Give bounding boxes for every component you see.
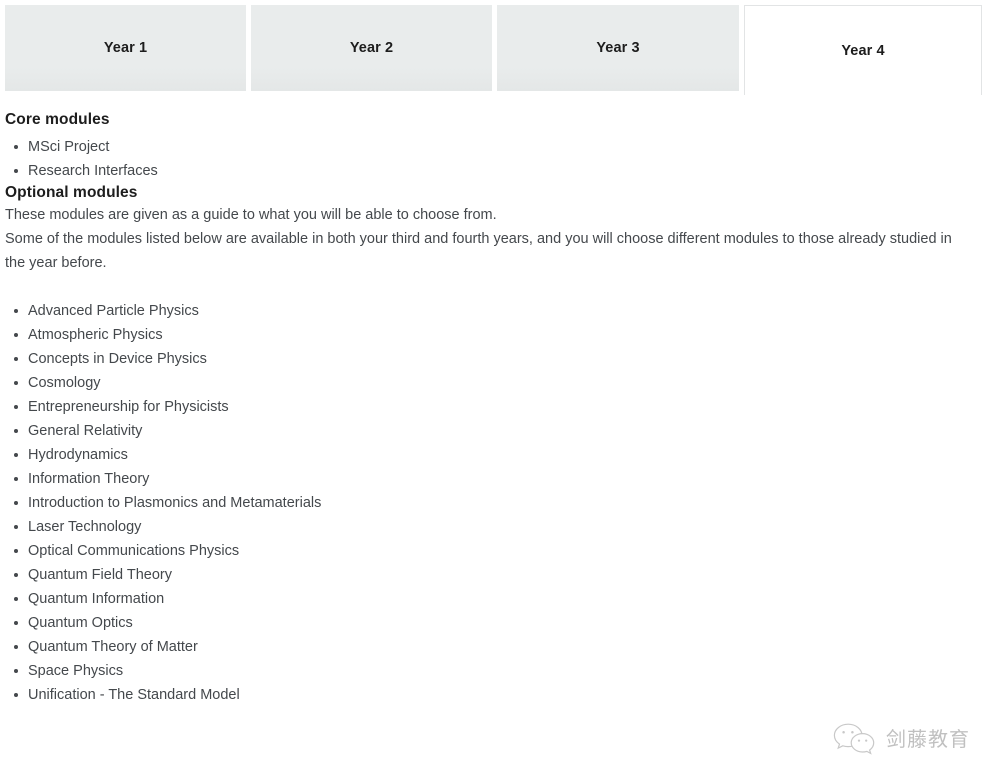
list-item: Quantum Information <box>14 587 965 611</box>
tab-panel-year-4: Core modules MSci Project Research Inter… <box>5 110 965 707</box>
list-item: Quantum Field Theory <box>14 563 965 587</box>
tab-year-2-label: Year 2 <box>349 40 394 56</box>
list-item: Cosmology <box>14 371 965 395</box>
list-item: Laser Technology <box>14 515 965 539</box>
list-item: Introduction to Plasmonics and Metamater… <box>14 491 965 515</box>
list-item: Hydrodynamics <box>14 443 965 467</box>
core-modules-list: MSci Project Research Interfaces <box>5 135 965 183</box>
list-item: Atmospheric Physics <box>14 323 965 347</box>
list-item: Unification - The Standard Model <box>14 683 965 707</box>
core-modules-heading: Core modules <box>5 111 110 128</box>
list-item: Space Physics <box>14 659 965 683</box>
list-item: Information Theory <box>14 467 965 491</box>
tab-year-4-label: Year 4 <box>841 42 885 59</box>
tab-year-1-label: Year 1 <box>103 40 148 56</box>
optional-modules-heading: Optional modules <box>5 184 138 202</box>
list-item: General Relativity <box>14 419 965 443</box>
list-item: Quantum Theory of Matter <box>14 635 965 659</box>
tab-year-3[interactable]: Year 3 <box>497 5 739 91</box>
optional-modules-intro-paragraph: These modules are given as a guide to wh… <box>5 207 497 224</box>
year-tabs: Year 1 Year 2 Year 3 Year 4 <box>0 0 988 95</box>
tab-year-1[interactable]: Year 1 <box>5 5 246 91</box>
optional-modules-note-paragraph: Some of the modules listed below are ava… <box>5 231 952 272</box>
tab-year-3-label: Year 3 <box>596 40 640 56</box>
tab-year-2[interactable]: Year 2 <box>251 5 492 91</box>
optional-modules-list: Advanced Particle Physics Atmospheric Ph… <box>5 299 965 707</box>
list-item: MSci Project <box>14 135 965 159</box>
list-item: Research Interfaces <box>14 159 965 183</box>
tab-year-4[interactable]: Year 4 <box>744 5 982 95</box>
list-item: Optical Communications Physics <box>14 539 965 563</box>
watermark: 剑藤教育 <box>832 722 970 756</box>
list-item: Quantum Optics <box>14 611 965 635</box>
list-item: Entrepreneurship for Physicists <box>14 395 965 419</box>
watermark-label: 剑藤教育 <box>886 727 970 751</box>
wechat-icon <box>832 722 878 756</box>
list-item: Advanced Particle Physics <box>14 299 965 323</box>
list-item: Concepts in Device Physics <box>14 347 965 371</box>
